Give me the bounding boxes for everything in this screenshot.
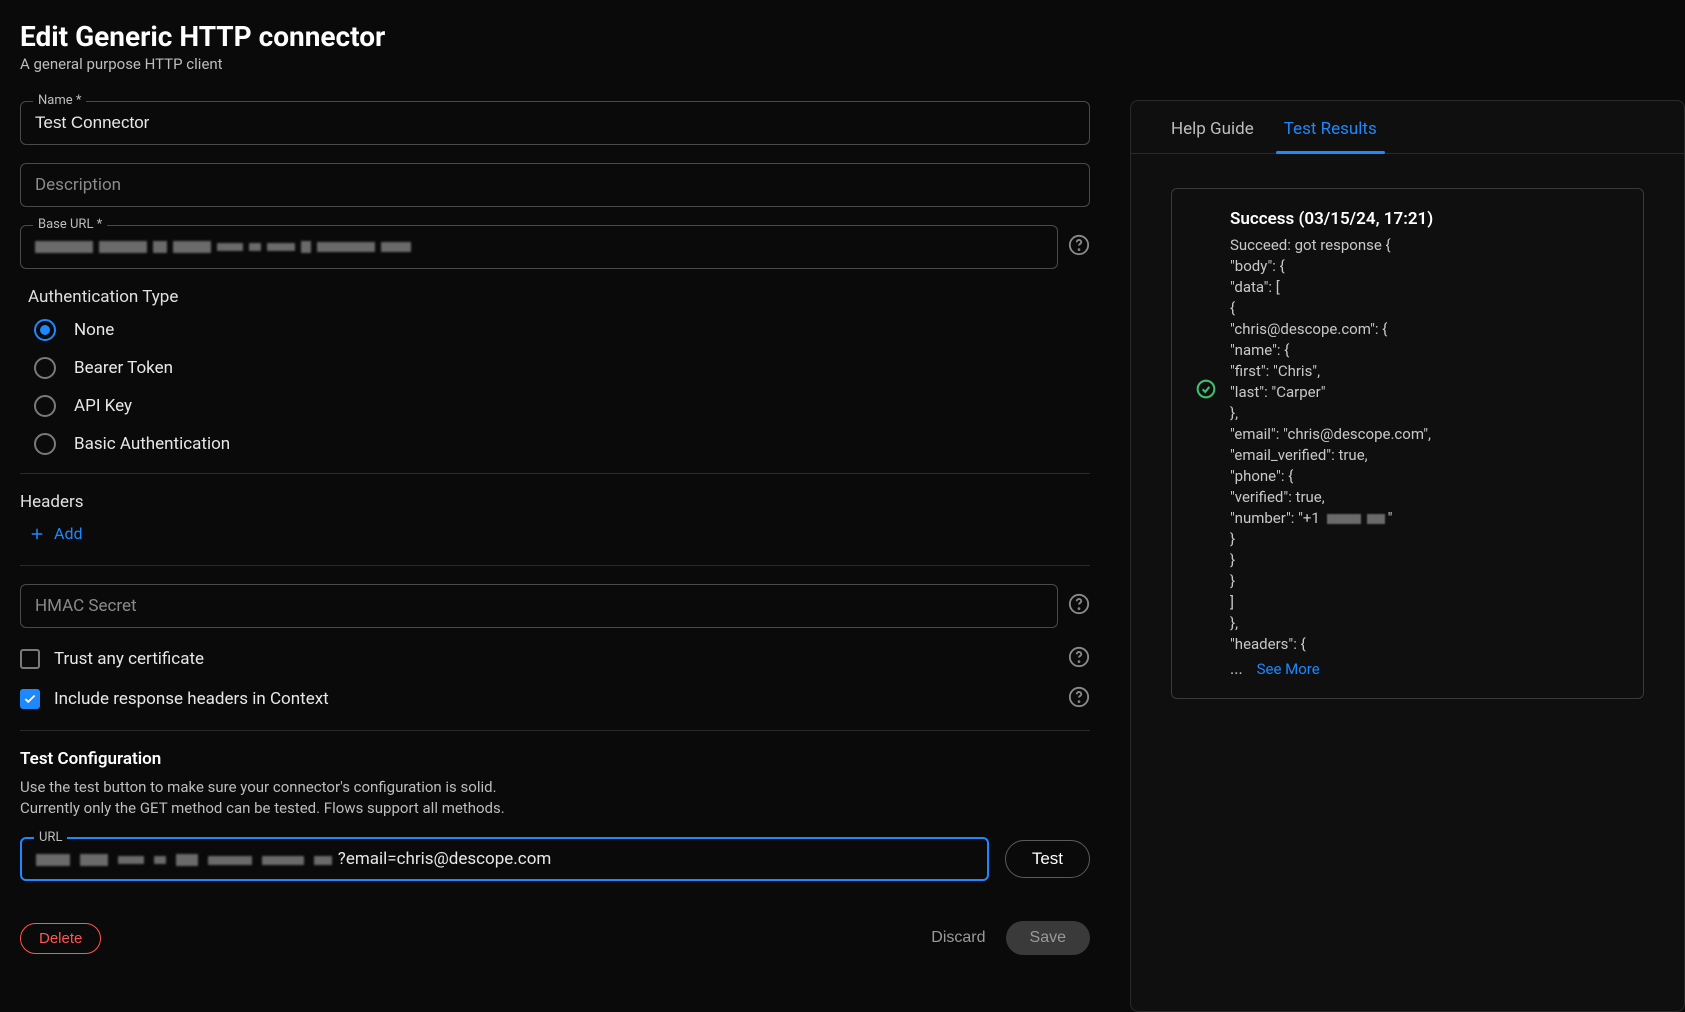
radio-icon xyxy=(34,395,56,417)
help-icon[interactable] xyxy=(1068,593,1090,619)
auth-radio-bearer[interactable]: Bearer Token xyxy=(34,357,1090,379)
test-button[interactable]: Test xyxy=(1005,840,1090,878)
name-field-wrap[interactable]: Name * xyxy=(20,101,1090,145)
test-config-heading: Test Configuration xyxy=(20,749,1090,769)
help-icon[interactable] xyxy=(1068,646,1090,672)
trust-checkbox[interactable] xyxy=(20,649,40,669)
include-headers-label: Include response headers in Context xyxy=(54,689,1068,709)
hmac-input[interactable] xyxy=(21,585,1057,627)
base-url-label: Base URL * xyxy=(33,217,107,232)
trust-label: Trust any certificate xyxy=(54,649,1068,669)
plus-icon xyxy=(28,525,46,543)
result-title: Success (03/15/24, 17:21) xyxy=(1230,209,1619,229)
auth-radio-api-key[interactable]: API Key xyxy=(34,395,1090,417)
divider xyxy=(20,473,1090,474)
description-input[interactable] xyxy=(21,164,1089,206)
auth-section-label: Authentication Type xyxy=(28,287,1090,307)
url-suffix: ?email=chris@descope.com xyxy=(338,849,552,869)
save-button[interactable]: Save xyxy=(1006,921,1090,955)
add-header-button[interactable]: Add xyxy=(20,520,90,547)
see-more-link[interactable]: See More xyxy=(1257,660,1320,678)
name-label: Name * xyxy=(33,93,86,108)
base-url-redacted xyxy=(21,241,431,253)
radio-label: Basic Authentication xyxy=(74,434,230,454)
add-label: Add xyxy=(54,524,82,543)
url-field-wrap[interactable]: URL ?email=chris@descope.com xyxy=(20,837,989,881)
include-headers-checkbox[interactable] xyxy=(20,689,40,709)
radio-icon xyxy=(34,433,56,455)
help-icon[interactable] xyxy=(1068,234,1090,260)
radio-icon xyxy=(34,357,56,379)
discard-button[interactable]: Discard xyxy=(931,929,985,947)
divider xyxy=(20,730,1090,731)
page-subtitle: A general purpose HTTP client xyxy=(20,55,1090,73)
name-input[interactable] xyxy=(21,102,1089,144)
tab-test-results[interactable]: Test Results xyxy=(1284,119,1377,153)
test-config-help: Use the test button to make sure your co… xyxy=(20,777,1090,819)
delete-button[interactable]: Delete xyxy=(20,923,101,954)
check-icon xyxy=(23,692,37,706)
radio-icon xyxy=(34,319,56,341)
result-text: Succeed: got response {"body": {"data": … xyxy=(1230,235,1619,655)
radio-label: Bearer Token xyxy=(74,358,173,378)
url-redacted xyxy=(36,850,338,869)
help-icon[interactable] xyxy=(1068,686,1090,712)
radio-label: None xyxy=(74,320,114,340)
success-icon xyxy=(1196,379,1216,678)
description-field-wrap[interactable]: Description xyxy=(20,163,1090,207)
result-ellipsis: ... xyxy=(1230,659,1243,678)
url-label: URL xyxy=(34,830,67,845)
page-title: Edit Generic HTTP connector xyxy=(20,20,1090,53)
tab-help-guide[interactable]: Help Guide xyxy=(1171,119,1254,153)
divider xyxy=(20,565,1090,566)
radio-label: API Key xyxy=(74,396,132,416)
auth-radio-none[interactable]: None xyxy=(34,319,1090,341)
base-url-field-wrap[interactable]: Base URL * xyxy=(20,225,1058,269)
hmac-field-wrap[interactable]: HMAC Secret xyxy=(20,584,1058,628)
headers-title: Headers xyxy=(20,492,1090,512)
result-card: Success (03/15/24, 17:21) Succeed: got r… xyxy=(1171,188,1644,699)
auth-radio-basic[interactable]: Basic Authentication xyxy=(34,433,1090,455)
